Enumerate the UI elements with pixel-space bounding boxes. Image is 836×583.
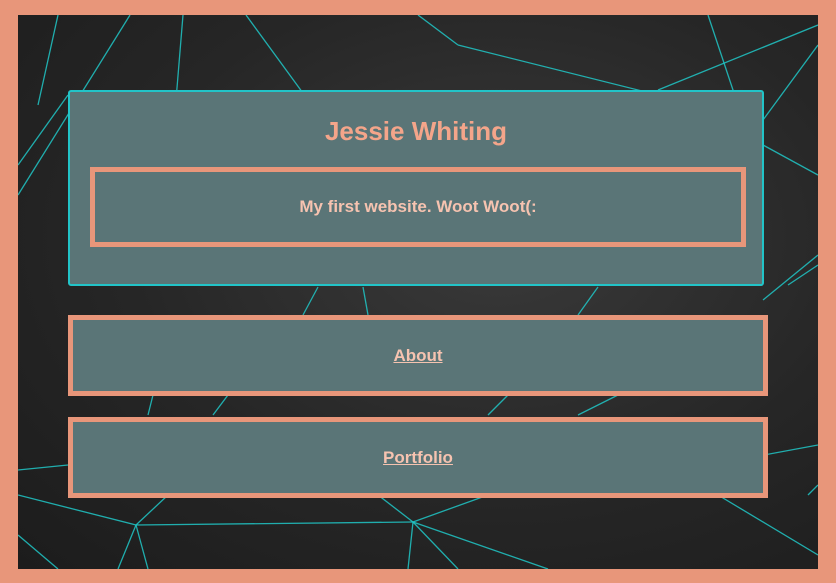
header-panel: Jessie Whiting My first website. Woot Wo… — [68, 90, 764, 286]
portfolio-link[interactable]: Portfolio — [383, 448, 453, 468]
about-link[interactable]: About — [393, 346, 442, 366]
nav-item-portfolio: Portfolio — [68, 417, 768, 498]
site-title: Jessie Whiting — [324, 116, 508, 146]
tagline-box: My first website. Woot Woot(: — [90, 167, 746, 247]
tagline-text: My first website. Woot Woot(: — [299, 197, 537, 216]
nav-item-about: About — [68, 315, 768, 396]
